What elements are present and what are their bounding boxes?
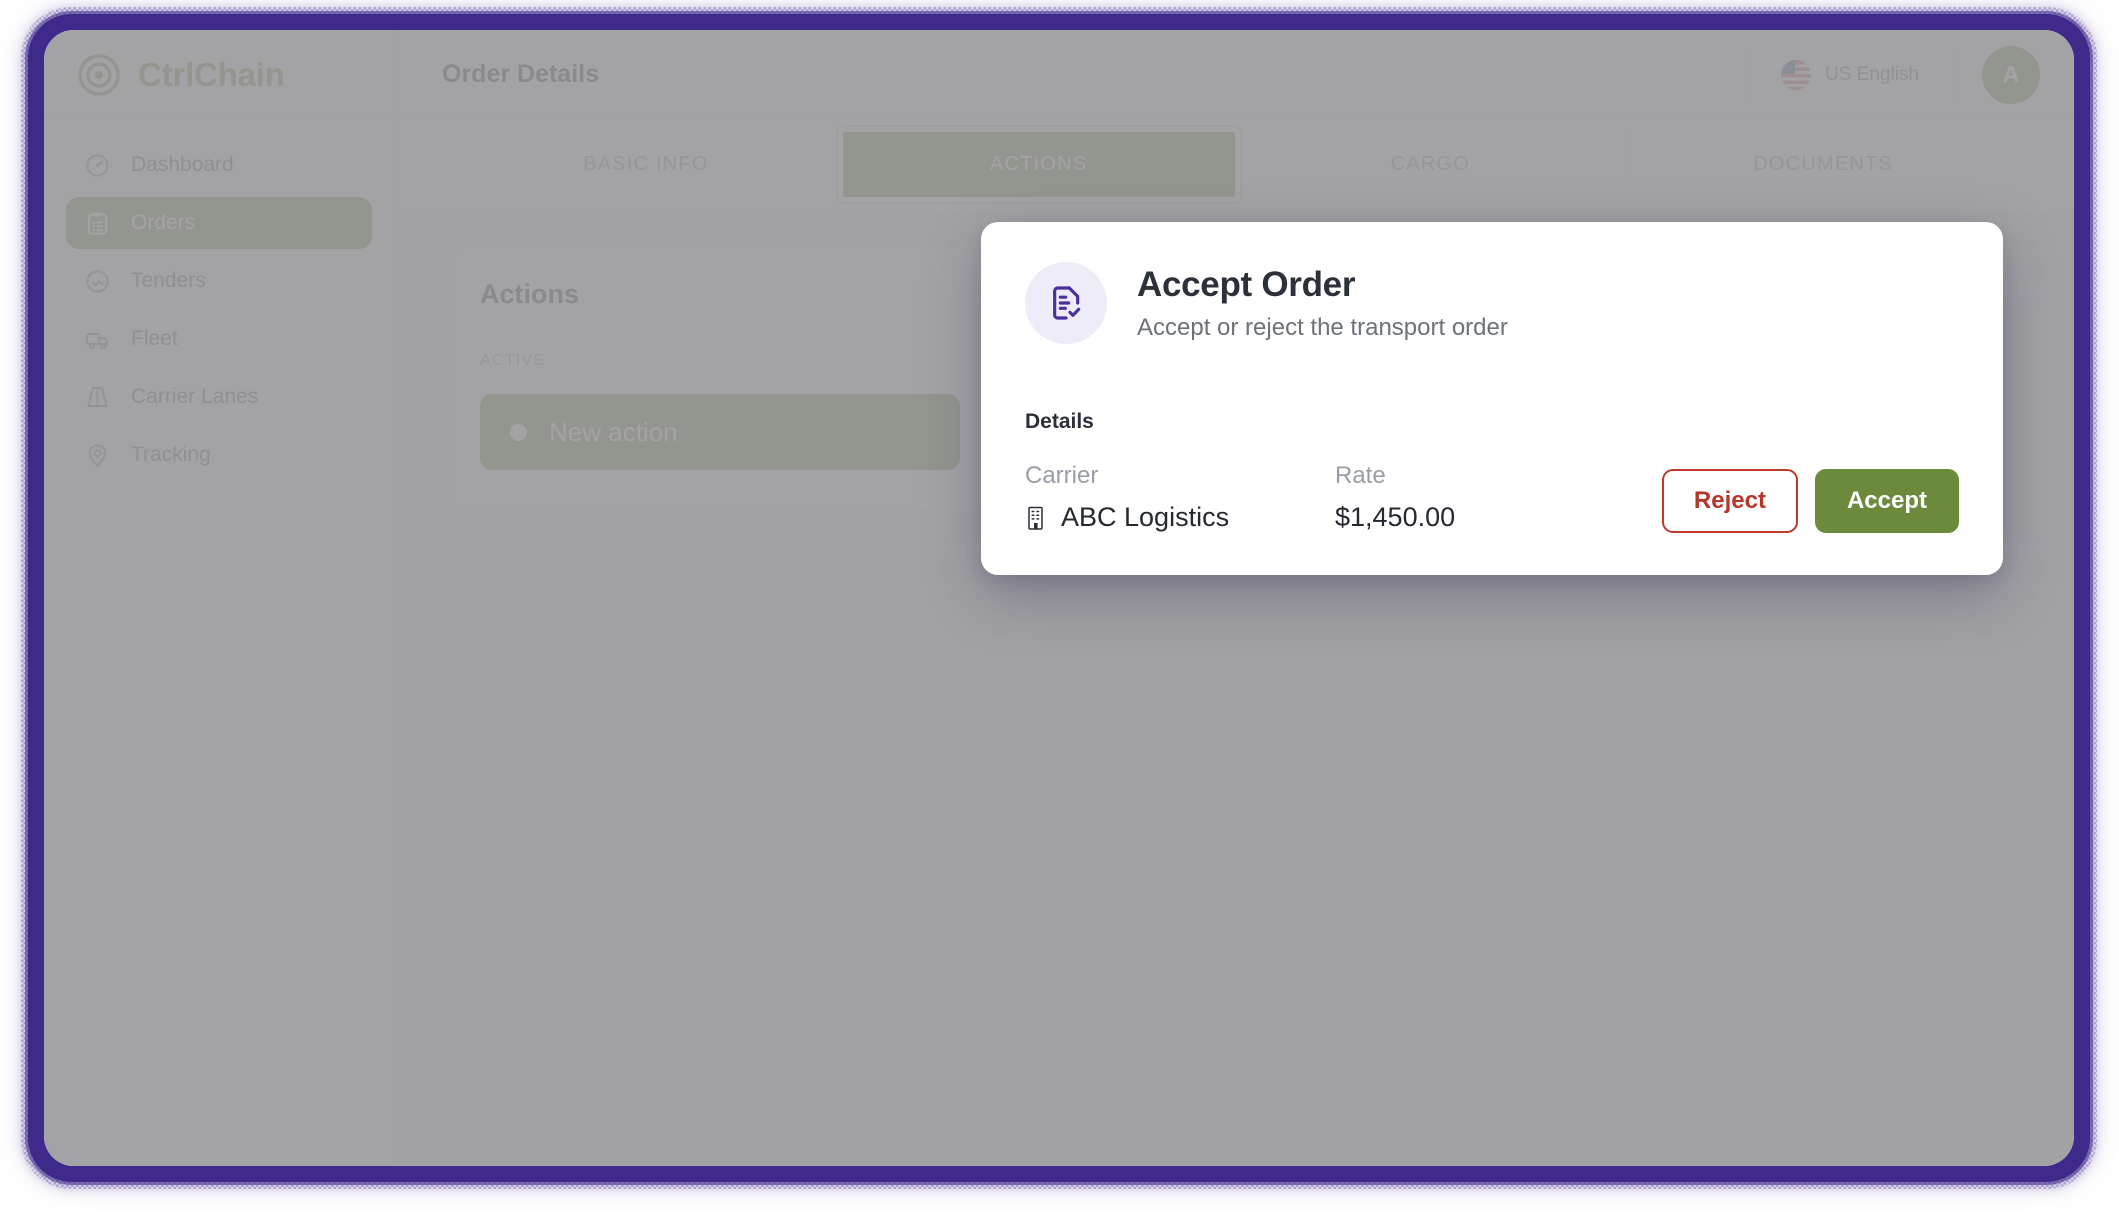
accept-button-label: Accept [1846,487,1927,514]
accept-button[interactable]: Accept [1814,469,1959,533]
modal-subtitle: Accept or reject the transport order [1137,313,1508,341]
details-row: Carrier ABC Logistics Rate $1,450.00 Rej… [1025,462,1959,533]
rate-value: $1,450.00 [1335,502,1456,532]
document-check-icon [1025,262,1107,344]
reject-button[interactable]: Reject [1661,469,1798,533]
modal-header: Accept Order Accept or reject the transp… [1025,262,1959,344]
carrier-label: Carrier [1025,462,1099,489]
rate-label: Rate [1335,462,1386,489]
modal-overlay[interactable] [44,30,2074,1166]
accept-order-modal: Accept Order Accept or reject the transp… [981,222,2003,575]
carrier-field: Carrier ABC Logistics [1025,462,1335,533]
rate-field: Rate $1,450.00 [1335,462,1645,533]
carrier-value-row: ABC Logistics [1025,502,1335,533]
modal-title-block: Accept Order Accept or reject the transp… [1137,265,1508,342]
rate-value-row: $1,450.00 [1335,502,1645,533]
app-window: CtrlChain Dashboard [44,30,2074,1166]
reject-button-label: Reject [1693,487,1766,514]
modal-button-group: Reject Accept [1661,469,1959,533]
modal-title: Accept Order [1137,264,1356,304]
carrier-value: ABC Logistics [1061,502,1230,532]
modal-body: Details Carrier ABC Logistics Rate $1,45… [1025,410,1959,533]
details-label: Details [1025,410,1094,433]
building-icon [1025,505,1047,531]
